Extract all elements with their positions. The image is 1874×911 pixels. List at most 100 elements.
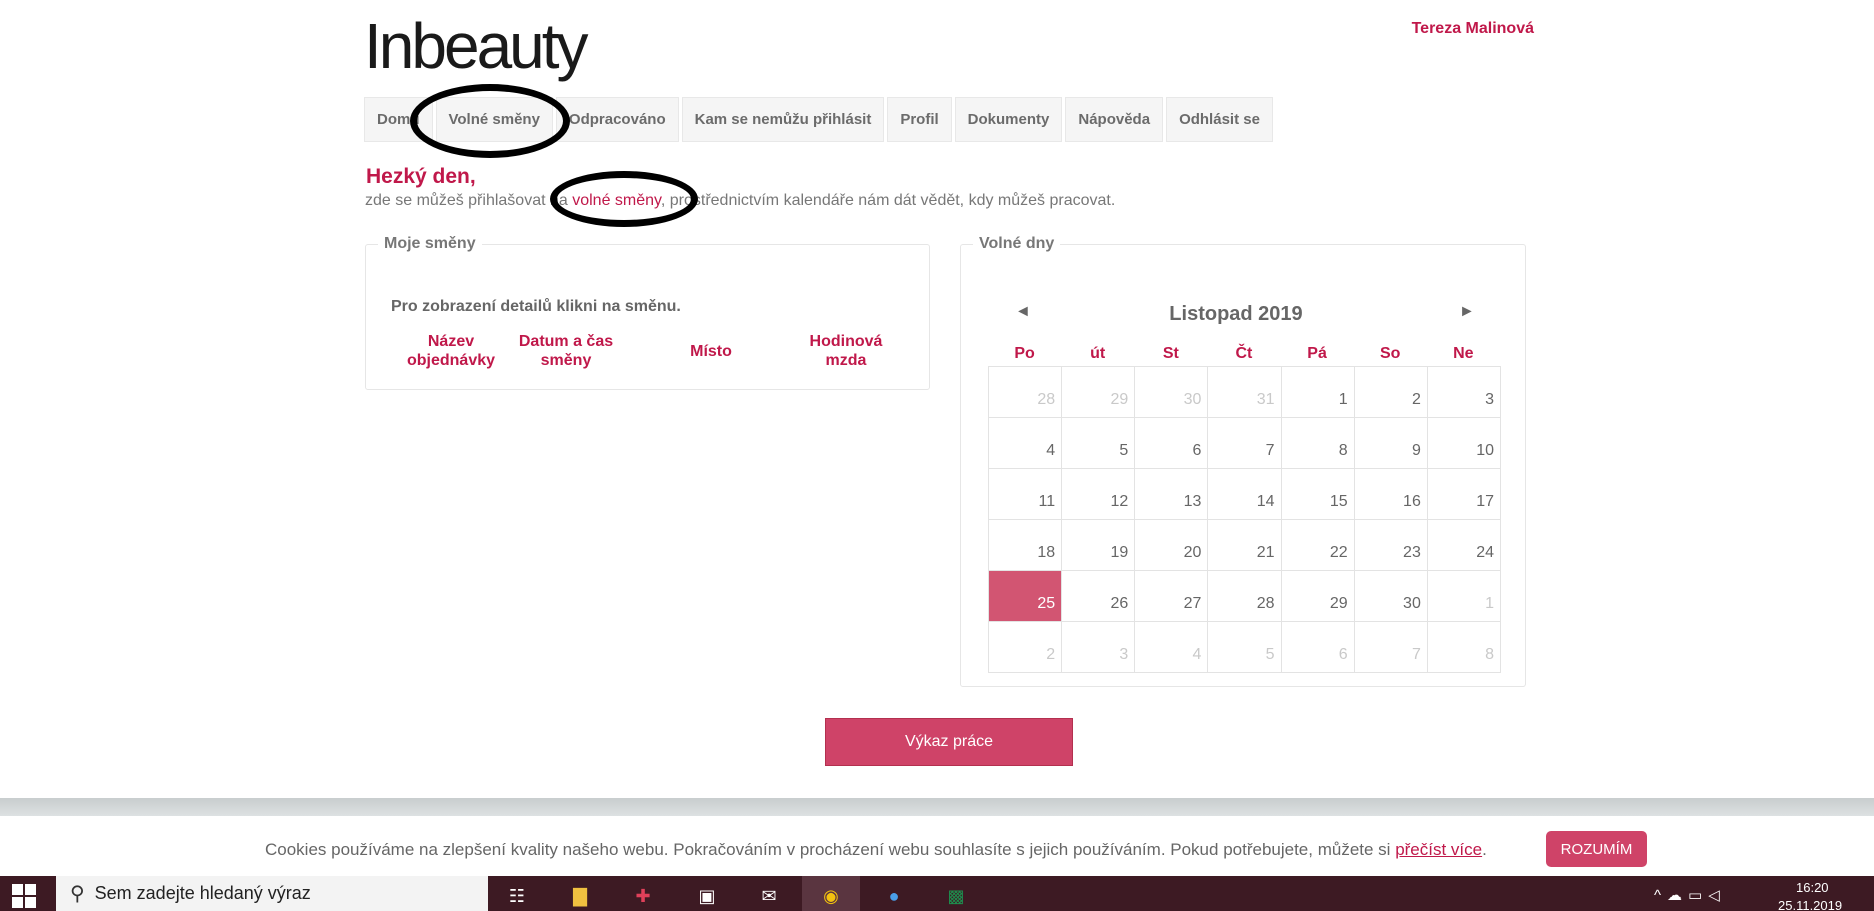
weekday-label: Pá	[1307, 345, 1327, 362]
calendar-day[interactable]: 10	[1427, 418, 1501, 469]
weekday-label: St	[1162, 345, 1179, 362]
calendar-day[interactable]: 12	[1062, 469, 1136, 520]
calendar-day-today[interactable]: 25	[989, 571, 1063, 622]
calendar-month-title: Listopad 2019	[1169, 303, 1303, 325]
my-shifts-legend: Moje směny	[384, 235, 476, 252]
weekday-label: So	[1379, 345, 1401, 362]
calendar-weekdays: Po út St Čt Pá So Ne	[988, 345, 1500, 363]
calendar-day[interactable]: 29	[1281, 571, 1355, 622]
calendar-day[interactable]: 2	[989, 622, 1063, 673]
calendar-day[interactable]: 17	[1427, 469, 1501, 520]
calendar-day[interactable]: 30	[1354, 571, 1428, 622]
calendar-day[interactable]: 3	[1427, 367, 1501, 418]
prev-month-icon[interactable]: ◄	[1015, 303, 1031, 321]
calendar-day[interactable]: 30	[1135, 367, 1209, 418]
taskbar-search-box[interactable]: ⚲ Sem zadejte hledaný výraz	[56, 876, 488, 911]
calendar-day[interactable]: 28	[989, 367, 1063, 418]
main-nav: Domů Volné směny Odpracováno Kam se nemů…	[364, 97, 1273, 142]
calendar-day[interactable]: 19	[1062, 520, 1136, 571]
my-shifts-header: Název objednávky Datum a čas směny Místo…	[396, 331, 896, 371]
calendar-day[interactable]: 23	[1354, 520, 1428, 571]
weekday-label: Po	[1014, 345, 1035, 362]
work-report-button[interactable]: Výkaz práce	[825, 718, 1073, 766]
free-days-panel: Volné dny ◄ Listopad 2019 ► Po út St Čt …	[960, 235, 1526, 687]
nav-logout[interactable]: Odhlásit se	[1166, 97, 1273, 142]
calendar-day[interactable]: 15	[1281, 469, 1355, 520]
calendar-day[interactable]: 4	[989, 418, 1063, 469]
thunderbird-icon[interactable]: ●	[879, 881, 909, 911]
calendar-day[interactable]: 2	[1354, 367, 1428, 418]
store-icon[interactable]: ▣	[692, 881, 722, 911]
task-view-icon[interactable]: ☷	[502, 881, 532, 911]
calendar-day[interactable]: 22	[1281, 520, 1355, 571]
calendar-day[interactable]: 1	[1281, 367, 1355, 418]
calendar-day[interactable]: 21	[1208, 520, 1282, 571]
calendar-day[interactable]: 31	[1208, 367, 1282, 418]
mail-icon[interactable]: ✉	[754, 881, 784, 911]
cookie-bar: Cookies používáme na zlepšení kvality na…	[0, 816, 1874, 876]
cookie-accept-button[interactable]: ROZUMÍM	[1546, 831, 1647, 867]
calendar-day[interactable]: 7	[1354, 622, 1428, 673]
calendar-day[interactable]: 1	[1427, 571, 1501, 622]
calendar-day[interactable]: 4	[1135, 622, 1209, 673]
file-explorer-icon[interactable]: ▇	[565, 881, 595, 911]
windows-taskbar: ⚲ Sem zadejte hledaný výraz ☷ ▇ ✚ ▣ ✉ ◉ …	[0, 876, 1874, 911]
weekday-label: út	[1090, 345, 1106, 362]
cookie-text: Cookies používáme na zlepšení kvality na…	[265, 840, 1487, 860]
nav-home[interactable]: Domů	[364, 97, 433, 142]
nav-free-shifts[interactable]: Volné směny	[435, 97, 553, 142]
weekday-label: Ne	[1453, 345, 1474, 362]
taskbar-date[interactable]: 25.11.2019	[1778, 898, 1842, 911]
next-month-icon[interactable]: ►	[1459, 303, 1475, 321]
calendar-day[interactable]: 28	[1208, 571, 1282, 622]
col-shift-datetime: Datum a čas směny	[518, 333, 614, 369]
windows-start-icon[interactable]	[12, 884, 38, 910]
greeting-text-before: zde se můžeš přihlašovat na	[365, 192, 573, 209]
calendar-day[interactable]: 29	[1062, 367, 1136, 418]
col-order-name: Název objednávky	[406, 333, 496, 369]
calendar-day[interactable]: 6	[1281, 622, 1355, 673]
weekday-label: Čt	[1235, 345, 1253, 362]
system-tray-icons[interactable]: ^☁▭◁	[1654, 886, 1726, 904]
calendar-day[interactable]: 6	[1135, 418, 1209, 469]
nav-cannot-sign-up[interactable]: Kam se nemůžu přihlásit	[681, 97, 885, 142]
taskbar-time[interactable]: 16:20	[1796, 880, 1829, 895]
calendar-day[interactable]: 13	[1135, 469, 1209, 520]
free-shifts-link[interactable]: volné směny	[572, 192, 661, 209]
calendar-day[interactable]: 24	[1427, 520, 1501, 571]
calendar-day[interactable]: 14	[1208, 469, 1282, 520]
calendar-day[interactable]: 8	[1427, 622, 1501, 673]
col-place: Místo	[690, 342, 732, 360]
calendar-day[interactable]: 20	[1135, 520, 1209, 571]
excel-icon[interactable]: ▩	[941, 881, 971, 911]
calendar-day[interactable]: 3	[1062, 622, 1136, 673]
footer-strip	[0, 798, 1874, 816]
nav-worked[interactable]: Odpracováno	[555, 97, 679, 142]
nav-documents[interactable]: Dokumenty	[954, 97, 1063, 142]
inbeauty-logo[interactable]: Inbeauty	[364, 14, 589, 78]
taskbar-search-placeholder: Sem zadejte hledaný výraz	[94, 883, 311, 903]
nav-help[interactable]: Nápověda	[1065, 97, 1164, 142]
greeting-text-after: , prostřednictvím kalendáře nám dát vědě…	[660, 192, 1116, 209]
calendar-day[interactable]: 9	[1354, 418, 1428, 469]
calendar-day[interactable]: 26	[1062, 571, 1136, 622]
user-name[interactable]: Tereza Malinová	[1400, 20, 1534, 38]
nav-profile[interactable]: Profil	[887, 97, 952, 142]
search-icon: ⚲	[70, 883, 85, 905]
calendar-day[interactable]: 5	[1208, 622, 1282, 673]
chrome-icon[interactable]: ◉	[816, 881, 846, 911]
greeting-text: zde se můžeš přihlašovat na volné směny,…	[365, 192, 1115, 210]
calendar-day[interactable]: 11	[989, 469, 1063, 520]
greeting-title: Hezký den,	[366, 165, 476, 188]
calendar-day[interactable]: 16	[1354, 469, 1428, 520]
calendar-day[interactable]: 8	[1281, 418, 1355, 469]
calendar-day[interactable]: 18	[989, 520, 1063, 571]
calendar-day[interactable]: 27	[1135, 571, 1209, 622]
calendar-day[interactable]: 7	[1208, 418, 1282, 469]
gift-icon[interactable]: ✚	[628, 881, 658, 911]
calendar-grid: 28 29 30 31 1 2 3 4 5 6 7 8 9 10 11 12 13 14 15 16 17 18 19 20 2…	[988, 366, 1501, 673]
cookie-end: .	[1482, 840, 1487, 859]
my-shifts-hint: Pro zobrazení detailů klikni na směnu.	[391, 298, 681, 315]
calendar-day[interactable]: 5	[1062, 418, 1136, 469]
read-more-link[interactable]: přečíst více	[1395, 840, 1482, 859]
